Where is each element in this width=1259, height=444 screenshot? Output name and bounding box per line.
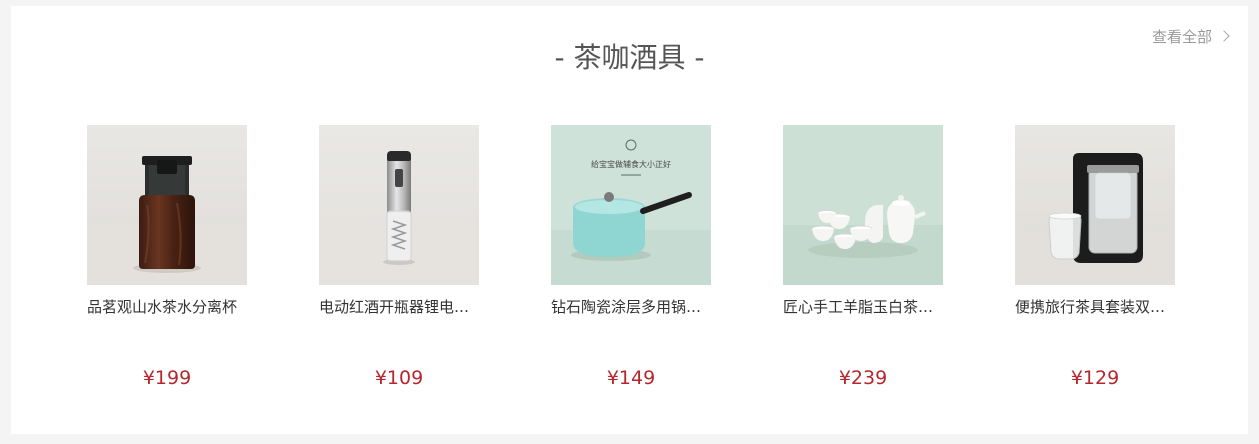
ceramic-saucepan-image xyxy=(551,125,711,285)
product-image[interactable] xyxy=(1015,125,1175,285)
electric-wine-opener-image xyxy=(319,125,479,285)
product-price: ¥199 xyxy=(142,367,192,389)
chevron-right-icon xyxy=(1218,30,1230,42)
product-image[interactable] xyxy=(319,125,479,285)
product-image[interactable] xyxy=(87,125,247,285)
travel-tea-set-image xyxy=(1015,125,1175,285)
product-name[interactable]: 钻石陶瓷涂层多用锅辅食锅 xyxy=(551,298,711,316)
product-name[interactable]: 电动红酒开瓶器锂电池款 xyxy=(319,298,479,316)
product-card[interactable]: 电动红酒开瓶器锂电池款 ¥109 xyxy=(319,125,479,389)
tea-infuser-cup-image xyxy=(87,125,247,285)
product-price: ¥129 xyxy=(1070,367,1120,389)
product-price: ¥109 xyxy=(374,367,424,389)
product-card[interactable]: 品茗观山水茶水分离杯 ¥199 xyxy=(87,125,247,389)
product-image[interactable] xyxy=(783,125,943,285)
tea-coffee-wine-section: - 茶咖酒具 - 查看全部 品茗观山水茶水分离杯 ¥199 电动红酒开瓶器锂电池… xyxy=(11,6,1248,434)
view-all-label: 查看全部 xyxy=(1151,27,1212,46)
product-card[interactable]: 匠心手工羊脂玉白茶具套装 ¥239 xyxy=(783,125,943,389)
product-name[interactable]: 便携旅行茶具套装双层杯 xyxy=(1015,298,1175,316)
white-jade-tea-set-image xyxy=(783,125,943,285)
product-list: 品茗观山水茶水分离杯 ¥199 电动红酒开瓶器锂电池款 ¥109 给宝宝做辅食大… xyxy=(87,125,1175,389)
poster-caption: 给宝宝做辅食大小正好 xyxy=(591,160,671,169)
product-price: ¥149 xyxy=(606,367,656,389)
product-name[interactable]: 匠心手工羊脂玉白茶具套装 xyxy=(783,298,943,316)
product-image[interactable]: 给宝宝做辅食大小正好 xyxy=(551,125,711,285)
view-all-link[interactable]: 查看全部 xyxy=(1151,26,1230,46)
product-card[interactable]: 给宝宝做辅食大小正好 钻石陶瓷涂层多用锅辅食锅 ¥149 xyxy=(551,125,711,389)
product-name[interactable]: 品茗观山水茶水分离杯 xyxy=(87,298,247,316)
product-card[interactable]: 便携旅行茶具套装双层杯 ¥129 xyxy=(1015,125,1175,389)
product-price: ¥239 xyxy=(838,367,888,389)
section-title: - 茶咖酒具 - xyxy=(554,41,705,74)
